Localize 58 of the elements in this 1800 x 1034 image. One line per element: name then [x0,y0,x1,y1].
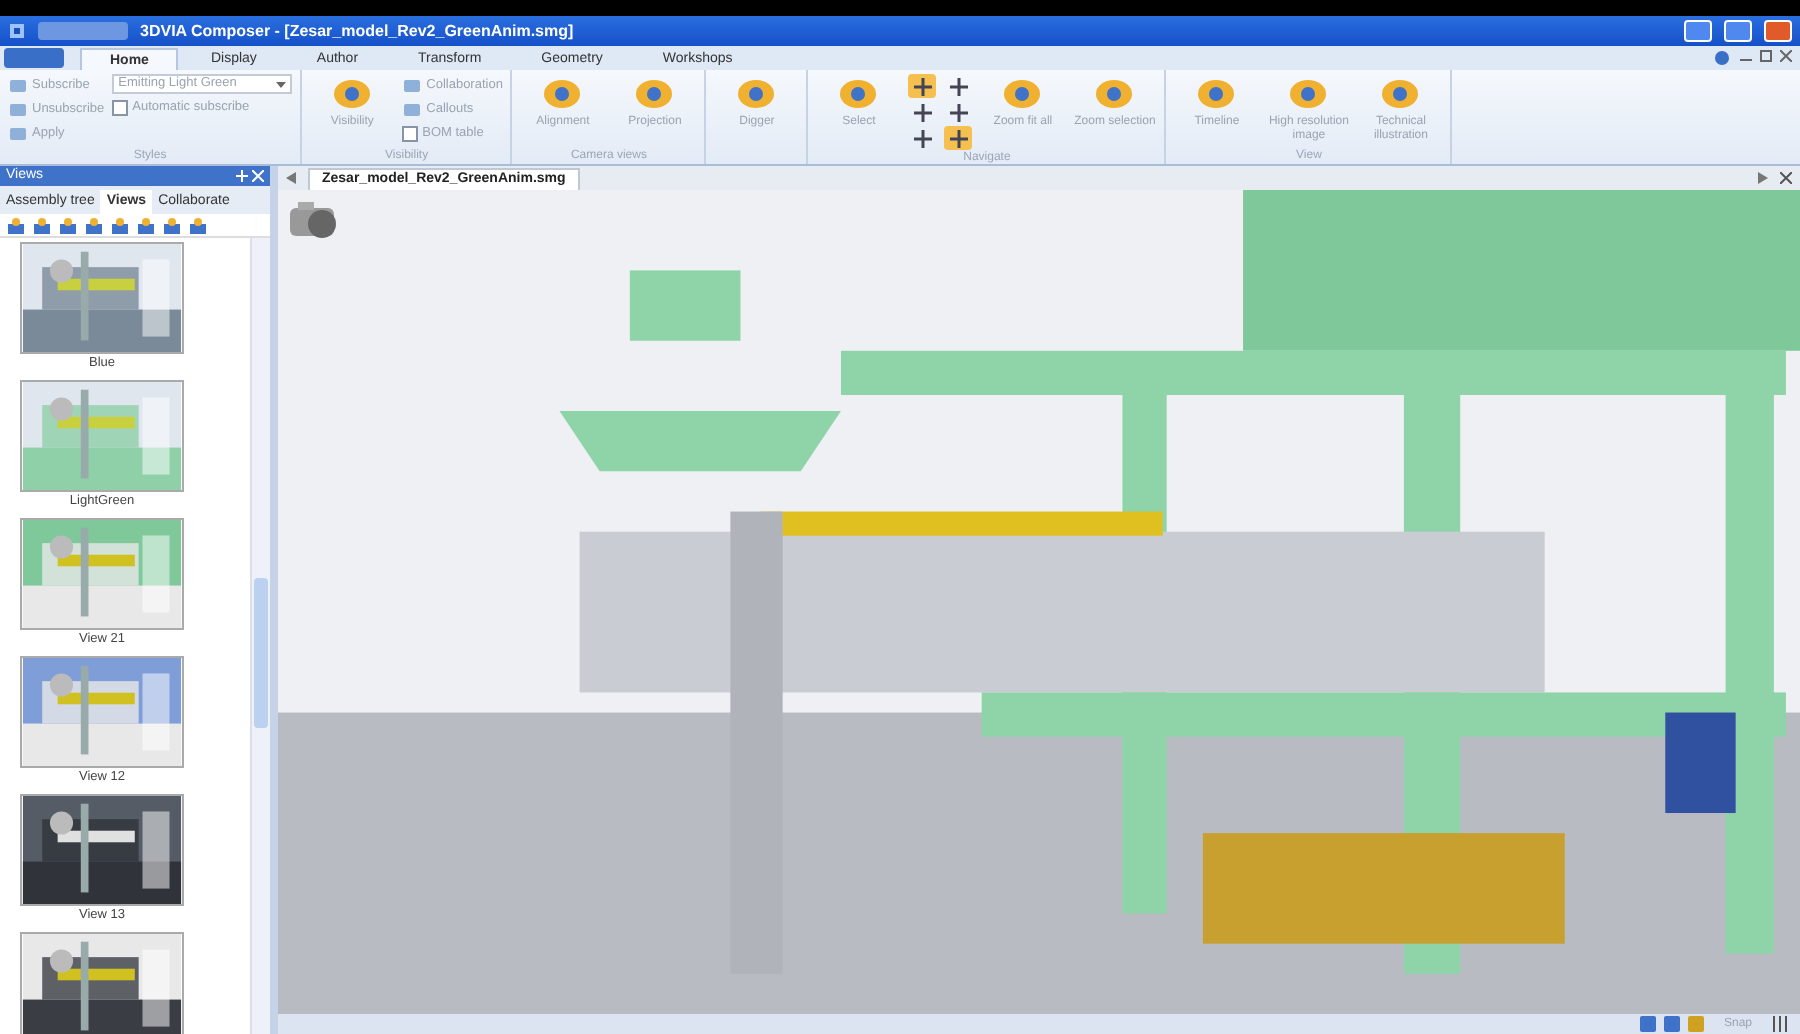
restore-icon [1760,50,1772,62]
navigate-tool-button[interactable] [908,100,937,124]
toolbar-icon [540,74,585,114]
toolbar-button[interactable] [112,217,128,233]
scroll-left-icon [286,172,296,184]
minimize-button[interactable] [1684,20,1712,42]
navigate-icon [913,103,932,121]
close-icon [1780,50,1792,62]
caret-icon [276,81,287,87]
navigate-icon [949,129,968,147]
toolbar-button[interactable] [8,217,24,233]
toolbar-icon [836,74,881,114]
navigate-tool-button[interactable] [944,126,973,150]
view-tool-icon [34,217,50,233]
view-tool-icon [86,217,102,233]
navigate-tool-button[interactable] [944,100,973,124]
navigate-icon [913,129,932,147]
status-button[interactable] [1663,1016,1680,1032]
toolbar-button[interactable] [164,217,180,233]
toolbar-icon [1092,74,1137,114]
window-title: 3DVIA Composer - [Zesar_model_Rev2_GreenAnim.smg] [140,19,574,43]
toolbar-icon [330,74,375,114]
toolbar-button[interactable] [34,217,50,233]
pin-icon [236,170,248,182]
view-tool-icon [112,217,128,233]
status-button[interactable] [1639,1016,1656,1032]
close-icon [1780,172,1792,184]
toolbar-icon [1286,74,1331,114]
navigate-icon [913,77,932,95]
navigate-icon [949,77,968,95]
toolbar-icon [1194,74,1239,114]
toolbar-icon [402,99,423,119]
toolbar-icon [734,74,779,114]
app-icon [8,22,26,40]
view-tool-icon [60,217,76,233]
view-tool-icon [190,217,206,233]
navigate-tool-button[interactable] [908,126,937,150]
navigate-tool-button[interactable] [908,74,937,98]
view-tool-icon [164,217,180,233]
view-tool-icon [8,217,24,233]
toolbar-icon [1000,74,1045,114]
toolbar-icon [1378,74,1423,114]
maximize-button[interactable] [1724,20,1752,42]
navigate-tool-button[interactable] [944,74,973,98]
view-tool-icon [138,217,154,233]
toolbar-button[interactable] [138,217,154,233]
close-icon [252,170,264,182]
toolbar-button[interactable] [190,217,206,233]
grid-icon [1772,1016,1788,1032]
navigate-icon [949,103,968,121]
toolbar-icon [632,74,677,114]
toolbar-button[interactable] [86,217,102,233]
scrollbar[interactable] [250,238,270,1034]
close-button[interactable] [1764,20,1792,42]
toolbar-icon [402,75,423,95]
scroll-right-icon [1758,172,1768,184]
help-icon [1712,50,1732,66]
toolbar-button[interactable] [60,217,76,233]
